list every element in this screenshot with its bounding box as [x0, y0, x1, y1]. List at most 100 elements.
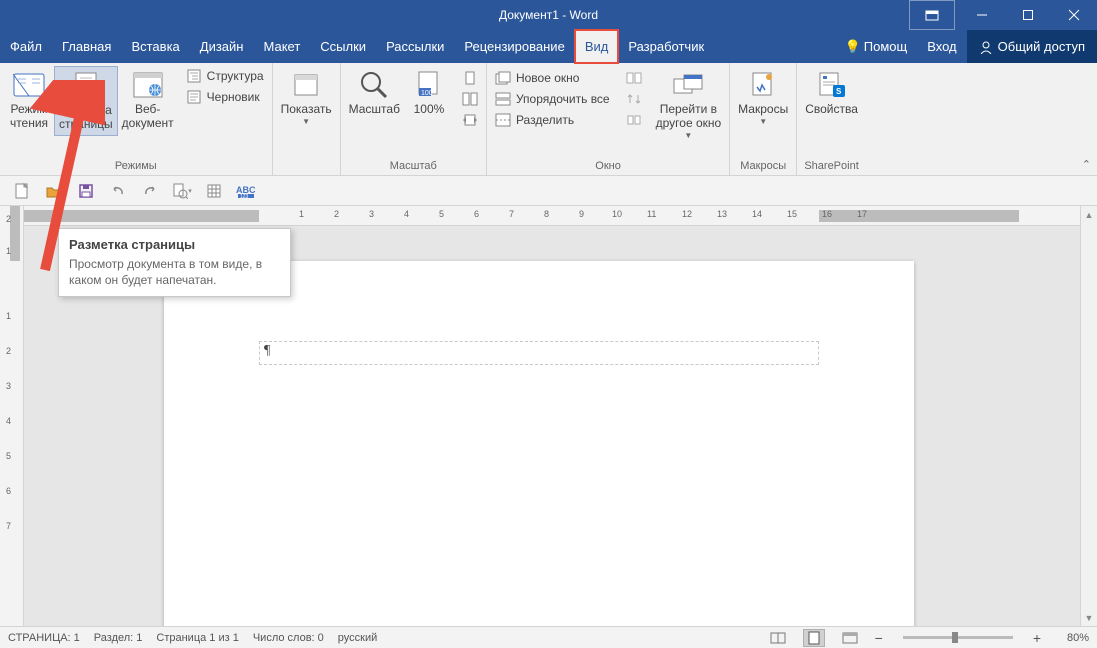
new-doc-icon[interactable]	[12, 181, 32, 201]
collapse-ribbon[interactable]: ⌃	[1082, 158, 1091, 171]
tell-me[interactable]: 💡Помощ	[835, 30, 918, 63]
tab-mailings[interactable]: Рассылки	[376, 30, 454, 63]
draft-button[interactable]: Черновик	[182, 87, 268, 107]
ribbon-tabs: Файл Главная Вставка Дизайн Макет Ссылки…	[0, 30, 1097, 63]
draft-icon	[186, 89, 202, 105]
status-words[interactable]: Число слов: 0	[253, 632, 324, 644]
multi-page-button[interactable]	[458, 89, 482, 109]
zoom-button[interactable]: Масштаб	[345, 66, 404, 120]
page-width-button[interactable]	[458, 110, 482, 130]
status-page-of[interactable]: Страница 1 из 1	[156, 632, 238, 644]
zoom-100-button[interactable]: 100 100%	[404, 66, 454, 120]
tab-references[interactable]: Ссылки	[310, 30, 376, 63]
horizontal-ruler[interactable]: 1 2 3 4 5 6 7 8 9 10 11 12 13 14 15 16 1…	[24, 206, 1097, 226]
zoom-slider[interactable]	[903, 636, 1013, 639]
document-page[interactable]: ¶	[164, 261, 914, 626]
redo-icon[interactable]	[140, 181, 160, 201]
split-button[interactable]: Разделить	[491, 110, 614, 130]
print-preview-icon[interactable]: ▾	[172, 181, 192, 201]
properties-icon: S	[816, 69, 848, 101]
page-width-icon	[462, 112, 478, 128]
ribbon: Режим чтения Разметка страницы Веб- доку…	[0, 63, 1097, 176]
print-layout-view-icon[interactable]	[803, 629, 825, 647]
tab-design[interactable]: Дизайн	[190, 30, 254, 63]
table-icon[interactable]	[204, 181, 224, 201]
zoom-level[interactable]: 80%	[1055, 632, 1089, 644]
status-page[interactable]: СТРАНИЦА: 1	[8, 632, 80, 644]
group-window: Новое окно Упорядочить все Разделить Пер…	[487, 63, 730, 175]
sync-scroll-button[interactable]	[622, 89, 646, 109]
read-mode-view-icon[interactable]	[767, 629, 789, 647]
minimize-button[interactable]	[959, 0, 1005, 30]
outline-icon	[186, 68, 202, 84]
ribbon-display-options[interactable]	[909, 0, 955, 30]
vertical-scrollbar[interactable]: ▲ ▼	[1080, 206, 1097, 626]
spelling-icon[interactable]: ABC123	[236, 181, 256, 201]
undo-icon[interactable]	[108, 181, 128, 201]
show-icon	[290, 69, 322, 101]
read-mode-button[interactable]: Режим чтения	[4, 66, 54, 134]
print-layout-button[interactable]: Разметка страницы	[54, 66, 118, 136]
close-button[interactable]	[1051, 0, 1097, 30]
group-label-views: Режимы	[4, 158, 268, 175]
tab-insert[interactable]: Вставка	[121, 30, 189, 63]
status-section[interactable]: Раздел: 1	[94, 632, 143, 644]
read-mode-icon	[13, 69, 45, 101]
tab-home[interactable]: Главная	[52, 30, 121, 63]
new-window-button[interactable]: Новое окно	[491, 68, 614, 88]
vertical-ruler[interactable]: 2 1 1 2 3 4 5 6 7	[0, 206, 24, 626]
group-views: Режим чтения Разметка страницы Веб- доку…	[0, 63, 273, 175]
sign-in[interactable]: Вход	[917, 30, 966, 63]
multi-page-icon	[462, 91, 478, 107]
tab-layout[interactable]: Макет	[253, 30, 310, 63]
zoom-icon	[358, 69, 390, 101]
group-macros: Макросы▼ Макросы	[730, 63, 797, 175]
group-sharepoint: S Свойства SharePoint	[797, 63, 866, 175]
switch-windows-icon	[672, 69, 704, 101]
side-by-side-button[interactable]	[622, 68, 646, 88]
show-button[interactable]: Показать ▼	[277, 66, 336, 129]
group-label-zoom: Масштаб	[345, 158, 482, 175]
split-icon	[495, 112, 511, 128]
statusbar: СТРАНИЦА: 1 Раздел: 1 Страница 1 из 1 Чи…	[0, 626, 1097, 648]
zoom-100-icon: 100	[413, 69, 445, 101]
tab-view[interactable]: Вид	[575, 30, 619, 63]
maximize-button[interactable]	[1005, 0, 1051, 30]
macros-button[interactable]: Макросы▼	[734, 66, 792, 129]
tooltip-body: Просмотр документа в том виде, в каком о…	[69, 256, 280, 288]
save-icon[interactable]	[76, 181, 96, 201]
pilcrow-icon: ¶	[264, 343, 270, 359]
web-layout-button[interactable]: Веб- документ	[118, 66, 178, 134]
group-label-sharepoint: SharePoint	[801, 158, 862, 175]
share-button[interactable]: Общий доступ	[967, 30, 1097, 63]
tooltip-title: Разметка страницы	[69, 237, 280, 252]
zoom-in-button[interactable]: +	[1033, 630, 1041, 646]
reset-position-button[interactable]	[622, 110, 646, 130]
tab-developer[interactable]: Разработчик	[618, 30, 714, 63]
svg-text:100: 100	[421, 90, 433, 97]
new-window-icon	[495, 70, 511, 86]
one-page-button[interactable]	[458, 68, 482, 88]
cursor-icon	[91, 88, 105, 106]
web-layout-view-icon[interactable]	[839, 629, 861, 647]
open-icon[interactable]	[44, 181, 64, 201]
window-title: Документ1 - Word	[499, 8, 598, 22]
group-label-macros: Макросы	[734, 158, 792, 175]
status-lang[interactable]: русский	[338, 632, 377, 644]
group-show: Показать ▼	[273, 63, 341, 175]
switch-windows-button[interactable]: Перейти в другое окно▼	[652, 66, 726, 143]
svg-text:123: 123	[240, 194, 249, 199]
properties-button[interactable]: S Свойства	[801, 66, 862, 120]
titlebar: Документ1 - Word	[0, 0, 1097, 30]
tab-file[interactable]: Файл	[0, 30, 52, 63]
group-zoom: Масштаб 100 100% Масштаб	[341, 63, 487, 175]
sync-scroll-icon	[626, 91, 642, 107]
tooltip: Разметка страницы Просмотр документа в т…	[58, 228, 291, 297]
arrange-all-button[interactable]: Упорядочить все	[491, 89, 614, 109]
one-page-icon	[462, 70, 478, 86]
quick-access-toolbar: ▾ ABC123	[0, 176, 1097, 206]
tab-review[interactable]: Рецензирование	[454, 30, 574, 63]
outline-button[interactable]: Структура	[182, 66, 268, 86]
zoom-out-button[interactable]: −	[875, 630, 883, 646]
reset-position-icon	[626, 112, 642, 128]
